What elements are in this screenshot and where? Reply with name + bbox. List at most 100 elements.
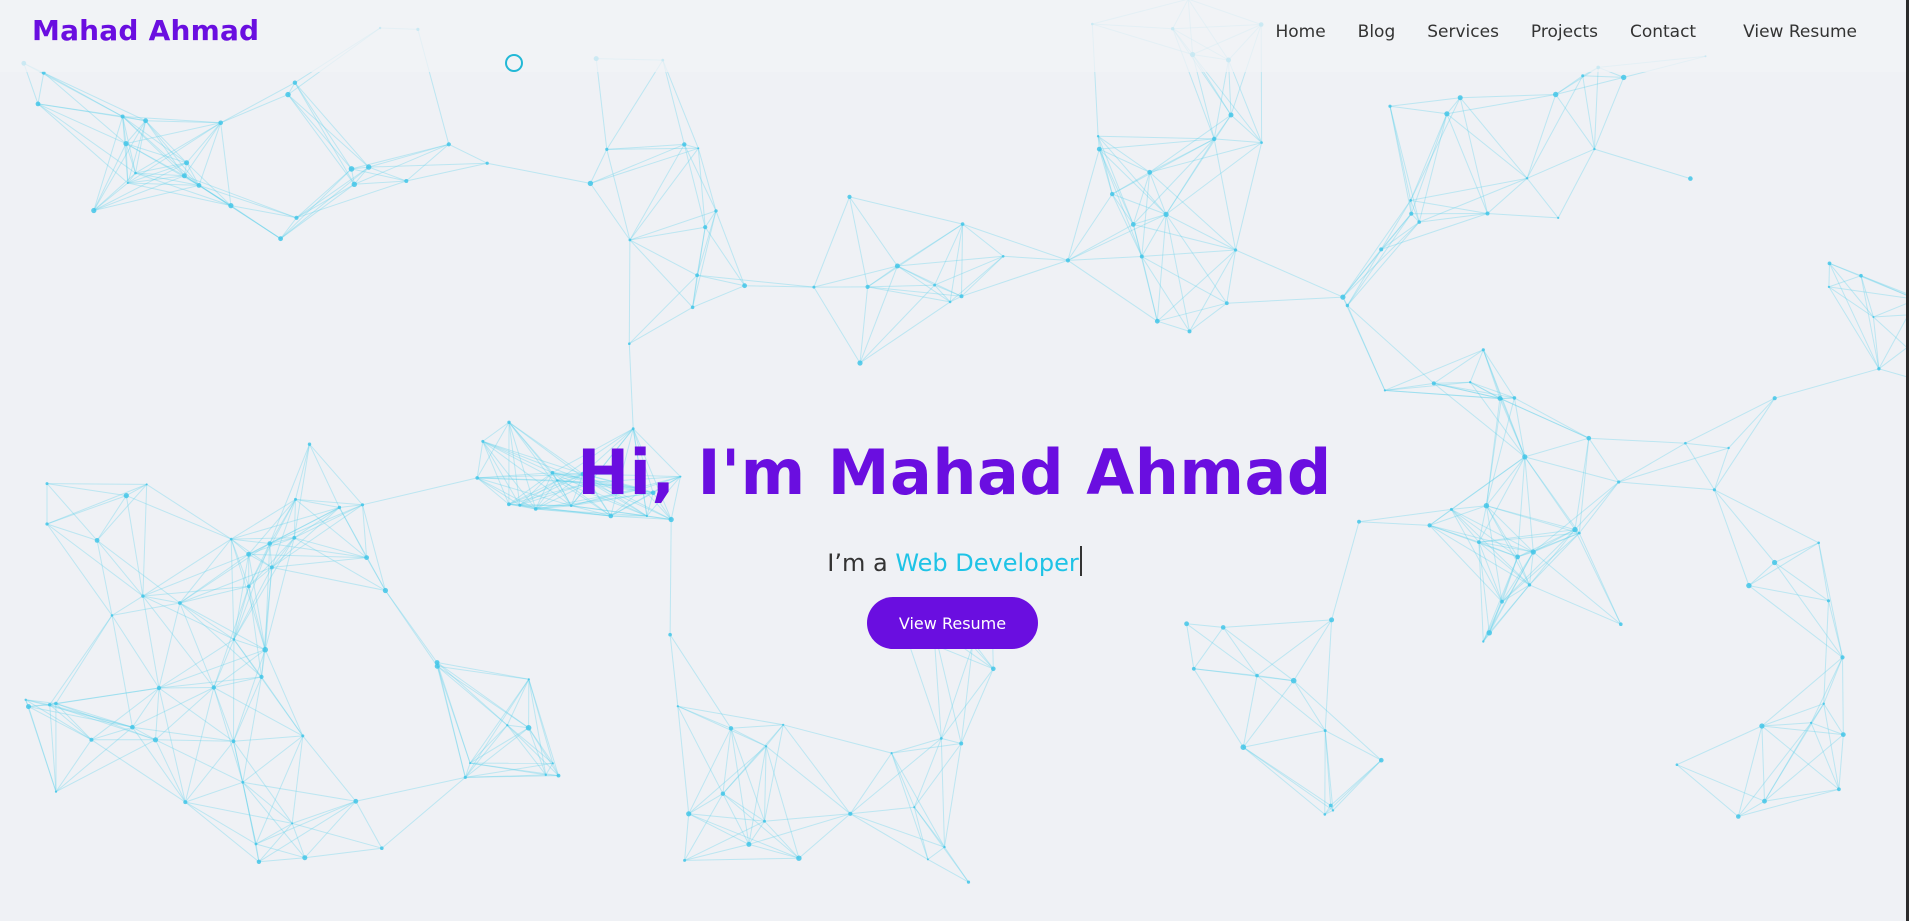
network-node (959, 294, 964, 299)
network-link (384, 590, 438, 663)
network-node (848, 811, 853, 816)
network-node (605, 147, 609, 151)
network-node (1328, 803, 1333, 808)
network-node (525, 725, 532, 731)
typing-caret (1079, 546, 1082, 576)
network-node (35, 101, 41, 107)
network-link (1810, 657, 1843, 724)
network-link (961, 255, 1004, 297)
network-node (544, 773, 547, 777)
network-link (185, 801, 293, 824)
network-link (1433, 382, 1515, 399)
nav-home[interactable]: Home (1275, 22, 1325, 42)
network-link (49, 704, 156, 741)
network-node (1001, 254, 1005, 258)
network-link (296, 166, 369, 219)
network-node (178, 601, 182, 605)
network-link (1157, 320, 1190, 332)
network-node (695, 273, 699, 278)
network-node (1260, 141, 1263, 144)
network-link (132, 726, 234, 742)
network-link (91, 687, 160, 741)
network-link (629, 306, 693, 345)
network-node (991, 666, 996, 672)
network-node (1840, 655, 1845, 660)
network-link (1582, 75, 1595, 150)
network-node (1762, 798, 1767, 804)
network-link (198, 122, 222, 186)
network-node (254, 842, 258, 846)
network-link (1594, 148, 1691, 180)
network-link (606, 59, 664, 150)
network-link (677, 705, 724, 794)
network-link (1156, 249, 1236, 322)
network-link (545, 774, 559, 777)
network-link (927, 846, 945, 860)
network-link (677, 705, 784, 726)
network-link (629, 239, 698, 276)
network-node (218, 120, 223, 126)
network-node (1212, 136, 1217, 142)
network-node (380, 846, 384, 850)
network-link (233, 735, 303, 742)
network-link (813, 196, 850, 288)
network-link (1193, 668, 1244, 748)
network-link (233, 676, 262, 742)
nav-services[interactable]: Services (1427, 22, 1499, 42)
view-resume-button[interactable]: View Resume (867, 597, 1038, 649)
network-link (1828, 600, 1843, 658)
hero-title: Hi, I'm Mahad Ahmad (577, 436, 1332, 509)
nav-contact[interactable]: Contact (1630, 22, 1696, 42)
network-link (764, 746, 767, 822)
network-node (302, 855, 308, 861)
network-node (91, 207, 97, 214)
network-node (690, 305, 695, 310)
network-link (1860, 275, 1874, 318)
network-link (1226, 296, 1343, 304)
network-link (1193, 668, 1258, 677)
network-node (1572, 526, 1578, 533)
network-link (1748, 585, 1829, 602)
network-link (155, 687, 160, 740)
network-link (1067, 148, 1100, 261)
network-link (1242, 746, 1326, 815)
network-link (765, 745, 851, 815)
nav-projects[interactable]: Projects (1531, 22, 1598, 42)
network-node (1329, 617, 1335, 623)
network-link (280, 168, 352, 240)
network-link (1223, 619, 1332, 628)
network-link (185, 801, 257, 845)
network-node (742, 283, 747, 289)
network-link (213, 687, 244, 783)
network-link (697, 274, 814, 288)
network-link (1222, 627, 1258, 676)
network-link (213, 586, 250, 688)
network-link (1446, 113, 1528, 179)
network-link (255, 822, 293, 845)
network-node (1810, 721, 1813, 724)
network-node (231, 739, 236, 744)
network-link (1582, 75, 1624, 78)
network-link (1214, 138, 1262, 144)
nav-blog[interactable]: Blog (1358, 22, 1396, 42)
network-link (1067, 259, 1158, 322)
network-link (1761, 657, 1843, 727)
network-link (132, 687, 215, 728)
network-link (1380, 200, 1412, 250)
nav-view-resume[interactable]: View Resume (1743, 22, 1857, 42)
network-link (131, 687, 160, 728)
brand-logo[interactable]: Mahad Ahmad (32, 14, 259, 47)
network-link (1358, 521, 1430, 526)
network-node (1340, 294, 1346, 300)
network-node (404, 179, 409, 183)
network-node (256, 859, 262, 864)
network-link (859, 286, 869, 364)
network-link (1132, 138, 1215, 225)
network-node (1163, 211, 1169, 217)
network-node (1557, 216, 1560, 219)
network-link (962, 223, 1004, 257)
network-link (1738, 800, 1765, 817)
network-link (1873, 301, 1909, 318)
network-link (255, 800, 356, 845)
network-node (181, 173, 187, 179)
